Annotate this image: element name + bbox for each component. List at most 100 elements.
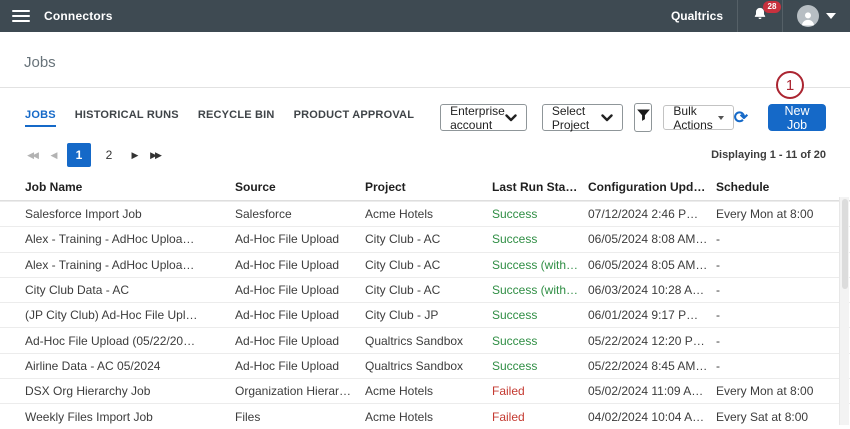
updated-cell: 05/22/2024 12:20 PM (UTC-... [588,334,716,348]
job-name-cell: Alex - Training - AdHoc Upload - 2 [25,232,207,246]
table-row[interactable]: Airline Data - AC 05/2024Ad-Hoc File Upl… [0,353,850,378]
job-name-cell: Salesforce Import Job [25,207,207,221]
last-page-button[interactable]: ▶▶ [148,150,162,161]
tab-product-approval[interactable]: PRODUCT APPROVAL [294,109,415,127]
schedule-cell: - [716,308,838,322]
filter-funnel-icon [636,108,651,128]
column-header-last-run-status[interactable]: Last Run Status [492,180,588,194]
table-row[interactable]: Alex - Training - AdHoc Upload - 2 Ad-Hoc… [0,226,850,251]
table-row[interactable]: Salesforce Import Job SalesforceAcme Hote… [0,201,850,226]
page-number-2[interactable]: 2 [97,143,121,167]
updated-cell: 06/01/2024 9:17 PM (UTC-0... [588,308,716,322]
project-dropdown-value: Select Project [552,104,602,132]
prev-page-button[interactable]: ◀ [46,150,60,161]
page-numbers: 12 [67,143,127,167]
bulk-actions-button[interactable]: Bulk Actions [663,105,733,130]
refresh-icon[interactable]: ⟳ [734,109,748,126]
filter-button[interactable] [634,103,652,132]
table-row[interactable]: City Club Data - ACAd-Hoc File UploadCit… [0,277,850,302]
status-cell: Success [492,359,588,373]
source-cell: Ad-Hoc File Upload [235,283,365,297]
column-header-job-name[interactable]: Job Name [25,180,207,194]
project-cell: Qualtrics Sandbox [365,359,492,373]
notifications-button[interactable]: 28 [752,6,768,26]
column-header-configuration-updated[interactable]: Configuration Updated▼ [588,180,716,194]
avatar [797,5,819,27]
new-job-button[interactable]: New Job [768,104,826,131]
updated-cell: 06/03/2024 10:28 AM (UTC-... [588,283,716,297]
source-cell: Ad-Hoc File Upload [235,334,365,348]
schedule-cell: - [716,359,838,373]
project-cell: City Club - AC [365,258,492,272]
bulk-actions-label: Bulk Actions [673,104,712,132]
source-cell: Ad-Hoc File Upload [235,232,365,246]
page-number-1[interactable]: 1 [67,143,91,167]
source-cell: Organization Hierarchy [235,384,365,398]
notification-count-badge: 28 [763,1,781,13]
caret-down-icon [718,116,724,120]
source-cell: Ad-Hoc File Upload [235,258,365,272]
scrollbar-thumb[interactable] [842,199,848,289]
next-page-button[interactable]: ▶ [127,150,141,161]
job-name-cell: Ad-Hoc File Upload (05/22/2024 2:19 PM .… [25,334,207,348]
page-header: Jobs [0,32,850,88]
jobs-toolbar: JOBS HISTORICAL RUNS RECYCLE BIN PRODUCT AP… [0,88,850,132]
page-title: Jobs [24,54,826,71]
app-title: Connectors [44,9,113,23]
top-nav-bar: Connectors Qualtrics 28 [0,0,850,32]
schedule-cell: - [716,283,838,297]
project-cell: Acme Hotels [365,410,492,424]
pagination: ◀◀ ◀ 12 ▶ ▶▶ Displaying 1 - 11 of 20 [0,132,850,167]
table-row[interactable]: DSX Org Hierarchy Job Organization Hierar… [0,378,850,403]
table-row[interactable]: (JP City Club) Ad-Hoc File Upload (06/01… [0,302,850,327]
chevron-down-icon [826,13,836,19]
tab-historical-runs[interactable]: HISTORICAL RUNS [75,109,179,127]
job-name-cell: Alex - Training - AdHoc Upload - 1 [25,258,207,272]
tab-recycle-bin[interactable]: RECYCLE BIN [198,109,275,127]
table-header-row: Job Name Source Project Last Run Status … [0,174,850,201]
column-header-source[interactable]: Source [235,180,365,194]
tab-jobs[interactable]: JOBS [25,109,56,127]
source-cell: Files [235,410,365,424]
job-name-cell: DSX Org Hierarchy Job [25,384,207,398]
project-cell: City Club - AC [365,232,492,246]
project-cell: Qualtrics Sandbox [365,334,492,348]
source-cell: Ad-Hoc File Upload [235,359,365,373]
status-cell: Success (with Skipp... [492,258,588,272]
displaying-count: Displaying 1 - 11 of 20 [711,149,826,161]
project-dropdown[interactable]: Select Project [542,104,624,131]
schedule-cell: - [716,334,838,348]
annotation-step-1: 1 [776,71,804,99]
column-header-schedule[interactable]: Schedule [716,180,838,194]
updated-cell: 07/12/2024 2:46 PM (UTC-0... [588,207,716,221]
updated-cell: 04/02/2024 10:04 AM (UTC-... [588,410,716,424]
project-cell: Acme Hotels [365,384,492,398]
table-row[interactable]: Alex - Training - AdHoc Upload - 1 Ad-Hoc… [0,252,850,277]
hamburger-menu-icon[interactable] [12,10,30,22]
vertical-scrollbar[interactable] [839,197,849,425]
job-name-cell: (JP City Club) Ad-Hoc File Upload (06/01… [25,308,207,322]
account-dropdown[interactable]: Enterprise account [440,104,527,131]
brand-link[interactable]: Qualtrics [671,9,723,23]
project-cell: Acme Hotels [365,207,492,221]
account-dropdown-value: Enterprise account [450,104,505,132]
status-cell: Success (with Skipp... [492,283,588,297]
source-cell: Salesforce [235,207,365,221]
first-page-button[interactable]: ◀◀ [25,150,39,161]
account-menu[interactable] [782,0,850,32]
status-cell: Failed [492,410,588,424]
table-row[interactable]: Ad-Hoc File Upload (05/22/2024 2:19 PM .… [0,327,850,352]
status-cell: Success [492,232,588,246]
column-header-project[interactable]: Project [365,180,492,194]
updated-cell: 06/05/2024 8:08 AM (UTC-0... [588,232,716,246]
updated-cell: 05/22/2024 8:45 AM (UTC-0... [588,359,716,373]
updated-cell: 05/02/2024 11:09 AM (UTC-... [588,384,716,398]
project-cell: City Club - AC [365,283,492,297]
status-cell: Failed [492,384,588,398]
project-cell: City Club - JP [365,308,492,322]
status-cell: Success [492,308,588,322]
job-name-cell: Weekly Files Import Job [25,410,207,424]
schedule-cell: Every Mon at 8:00 [716,384,838,398]
updated-cell: 06/05/2024 8:05 AM (UTC-0... [588,258,716,272]
status-cell: Success [492,207,588,221]
